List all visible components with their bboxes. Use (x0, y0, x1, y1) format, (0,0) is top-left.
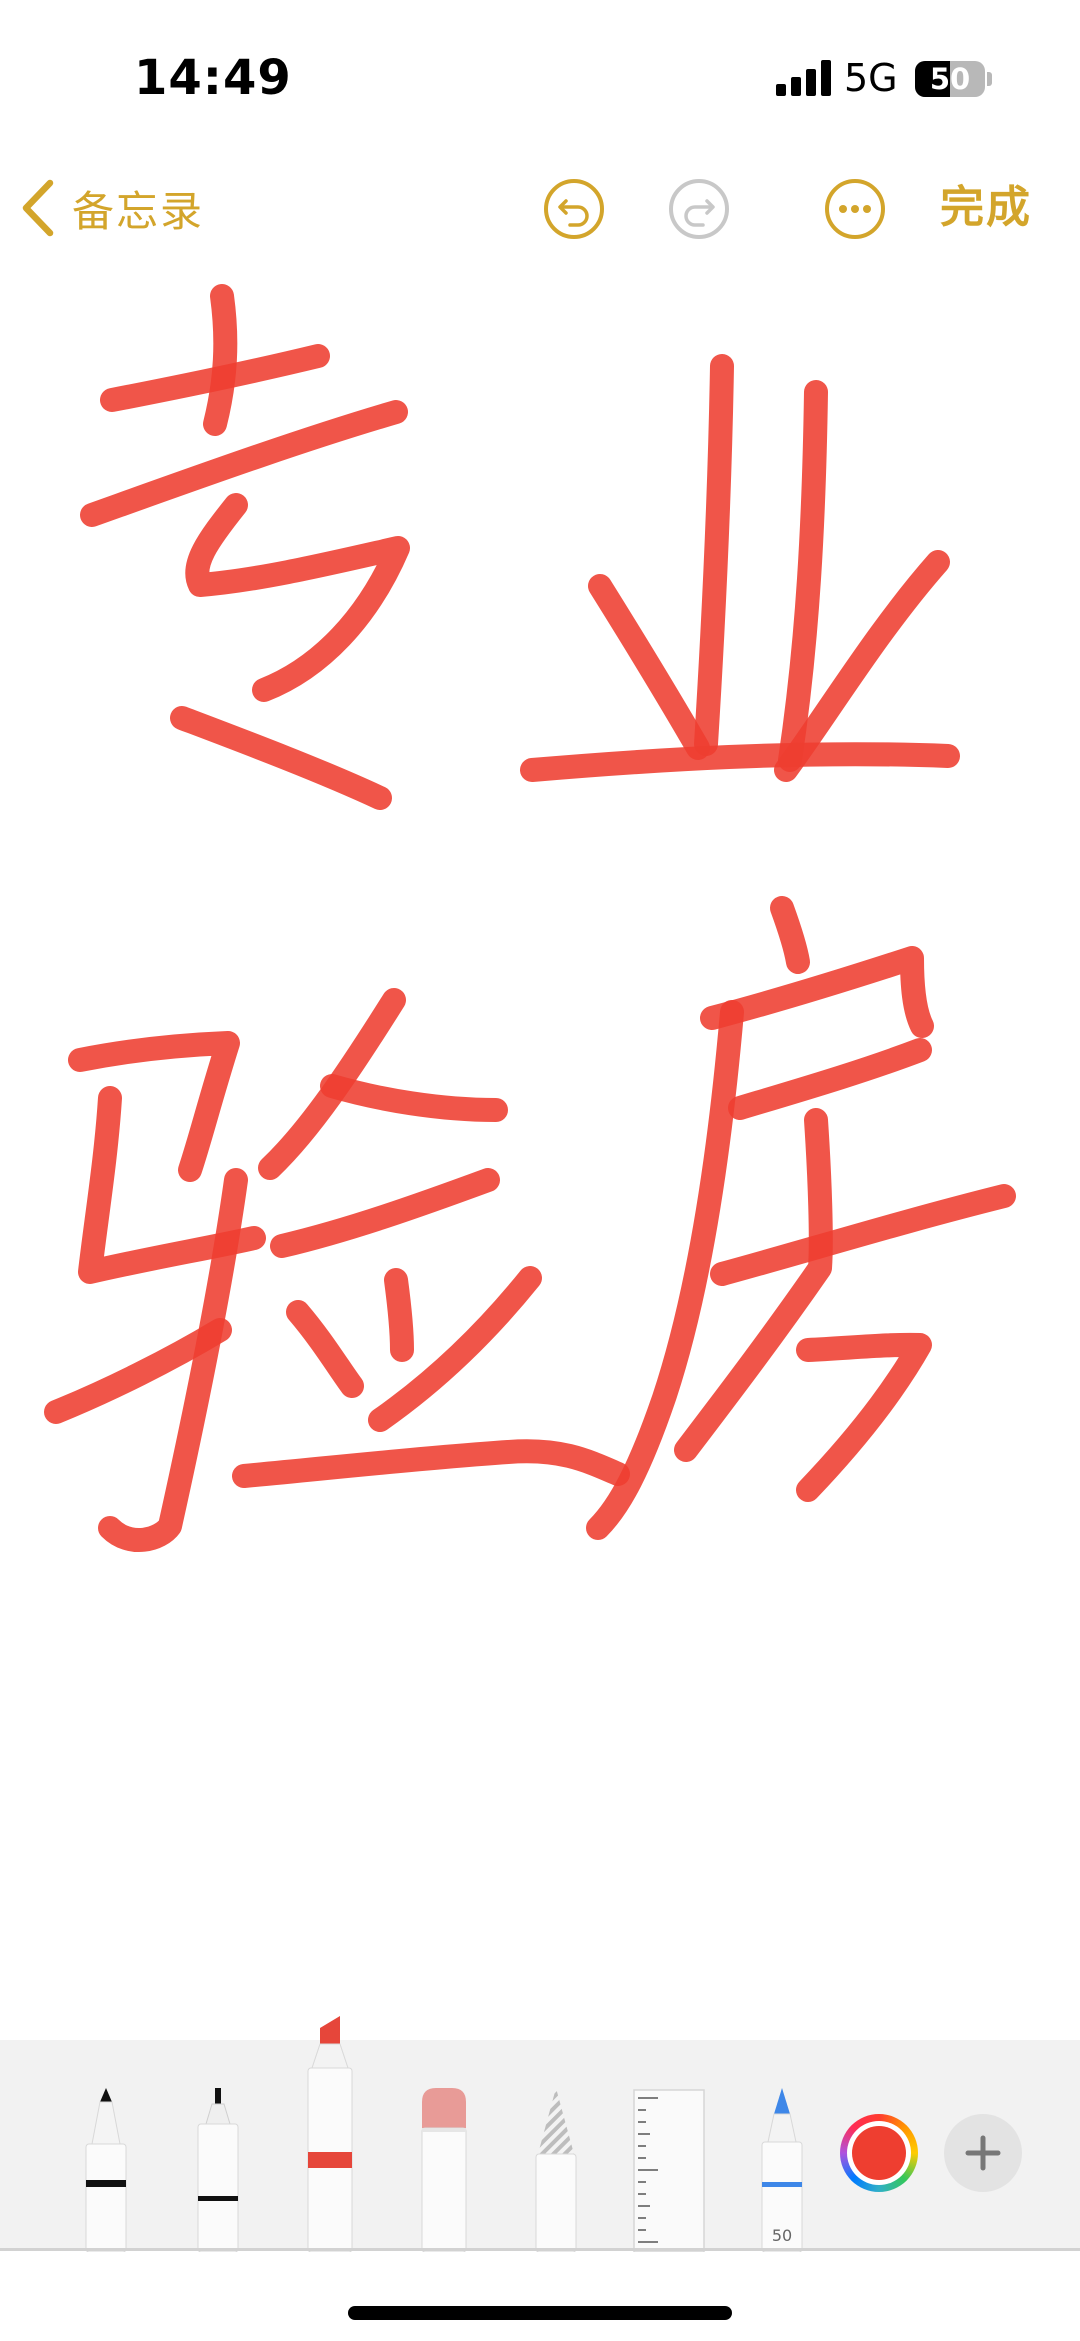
eraser-icon (421, 2088, 467, 2253)
marker-tool[interactable] (304, 2010, 356, 2253)
stroke (384, 1268, 414, 1362)
plus-icon (965, 2135, 1001, 2171)
done-button[interactable]: 完成 (940, 178, 1032, 238)
stroke (728, 1038, 932, 1120)
monoline-tool[interactable] (192, 2084, 244, 2253)
stroke (770, 896, 810, 974)
pen-icon (85, 2088, 127, 2253)
status-time: 14:49 (134, 50, 292, 106)
more-button[interactable] (823, 177, 887, 241)
stroke (185, 493, 410, 702)
drawing-canvas[interactable] (0, 260, 1080, 2040)
notes-drawing-screen: 14:49 5G 50 备忘录 完成 50 (0, 0, 1080, 2341)
lasso-pencil-icon (535, 2088, 577, 2253)
home-indicator[interactable] (348, 2306, 732, 2320)
battery-icon: 50 (915, 61, 985, 97)
add-button[interactable] (944, 2114, 1022, 2192)
handwritten-strokes (44, 284, 1016, 1552)
monoline-pen-icon (197, 2088, 239, 2253)
marker-icon (307, 2016, 353, 2253)
current-color-swatch (852, 2126, 906, 2180)
ruler-tool[interactable] (632, 2088, 706, 2253)
stroke (232, 1439, 630, 1488)
pencil-tool[interactable] (530, 2084, 582, 2253)
back-label: 备忘录 (72, 186, 205, 236)
stroke (588, 574, 710, 760)
undo-button[interactable] (542, 177, 606, 241)
stroke (520, 742, 960, 782)
redo-button[interactable] (667, 177, 731, 241)
cellular-signal-icon (776, 60, 831, 96)
palette-divider (0, 2248, 1080, 2251)
ruler-icon (633, 2089, 705, 2253)
stroke (694, 354, 734, 756)
stroke (796, 1332, 932, 1502)
pen-tool[interactable] (80, 2084, 132, 2253)
redo-icon (669, 179, 729, 239)
back-button[interactable]: 备忘录 (18, 178, 204, 238)
chevron-left-icon (22, 179, 54, 237)
ellipsis-circle-icon (825, 179, 885, 239)
stroke (778, 380, 828, 772)
undo-icon (544, 179, 604, 239)
battery-percent: 50 (929, 62, 971, 96)
color-picker-button[interactable] (840, 2114, 918, 2192)
stroke (203, 284, 238, 436)
battery-tip (987, 72, 992, 86)
eraser-tool[interactable] (418, 2084, 470, 2253)
stroke (270, 1168, 500, 1258)
fountain-pen-width-label: 50 (771, 2226, 793, 2245)
stroke (710, 1184, 1016, 1286)
stroke (170, 706, 392, 810)
network-type: 5G (844, 56, 898, 100)
stroke (320, 1074, 508, 1122)
stroke (286, 1300, 364, 1398)
